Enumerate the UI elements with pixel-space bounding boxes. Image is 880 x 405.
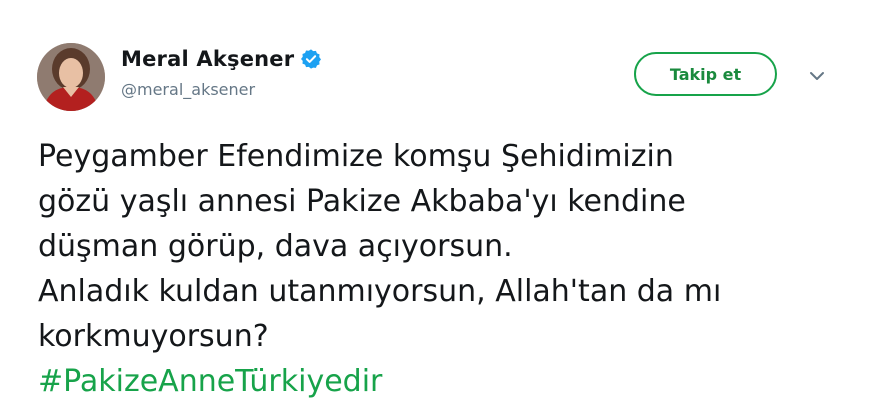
display-name[interactable]: Meral Akşener (121, 47, 294, 71)
tweet-text-line: Anladık kuldan utanmıyorsun, Allah'tan d… (38, 274, 722, 309)
tweet-text-line: korkmuyorsun? (38, 319, 269, 354)
tweet-text-line: düşman görüp, dava açıyorsun. (38, 229, 513, 264)
tweet-text-line: Peygamber Efendimize komşu Şehidimizin (38, 139, 674, 174)
avatar[interactable] (37, 43, 105, 111)
verified-badge-icon (300, 48, 322, 70)
name-row: Meral Akşener (121, 47, 322, 71)
user-handle[interactable]: @meral_aksener (121, 80, 255, 99)
follow-button[interactable]: Takip et (634, 52, 777, 96)
tweet-card: Meral Akşener @meral_aksener Takip et Pe… (0, 0, 880, 405)
chevron-down-icon[interactable] (807, 66, 827, 86)
tweet-text: Peygamber Efendimize komşu Şehidimizin g… (38, 134, 868, 404)
hashtag-link[interactable]: #PakizeAnneTürkiyedir (38, 359, 868, 404)
avatar-image (37, 43, 105, 111)
tweet-text-line: gözü yaşlı annesi Pakize Akbaba'yı kendi… (38, 184, 686, 219)
